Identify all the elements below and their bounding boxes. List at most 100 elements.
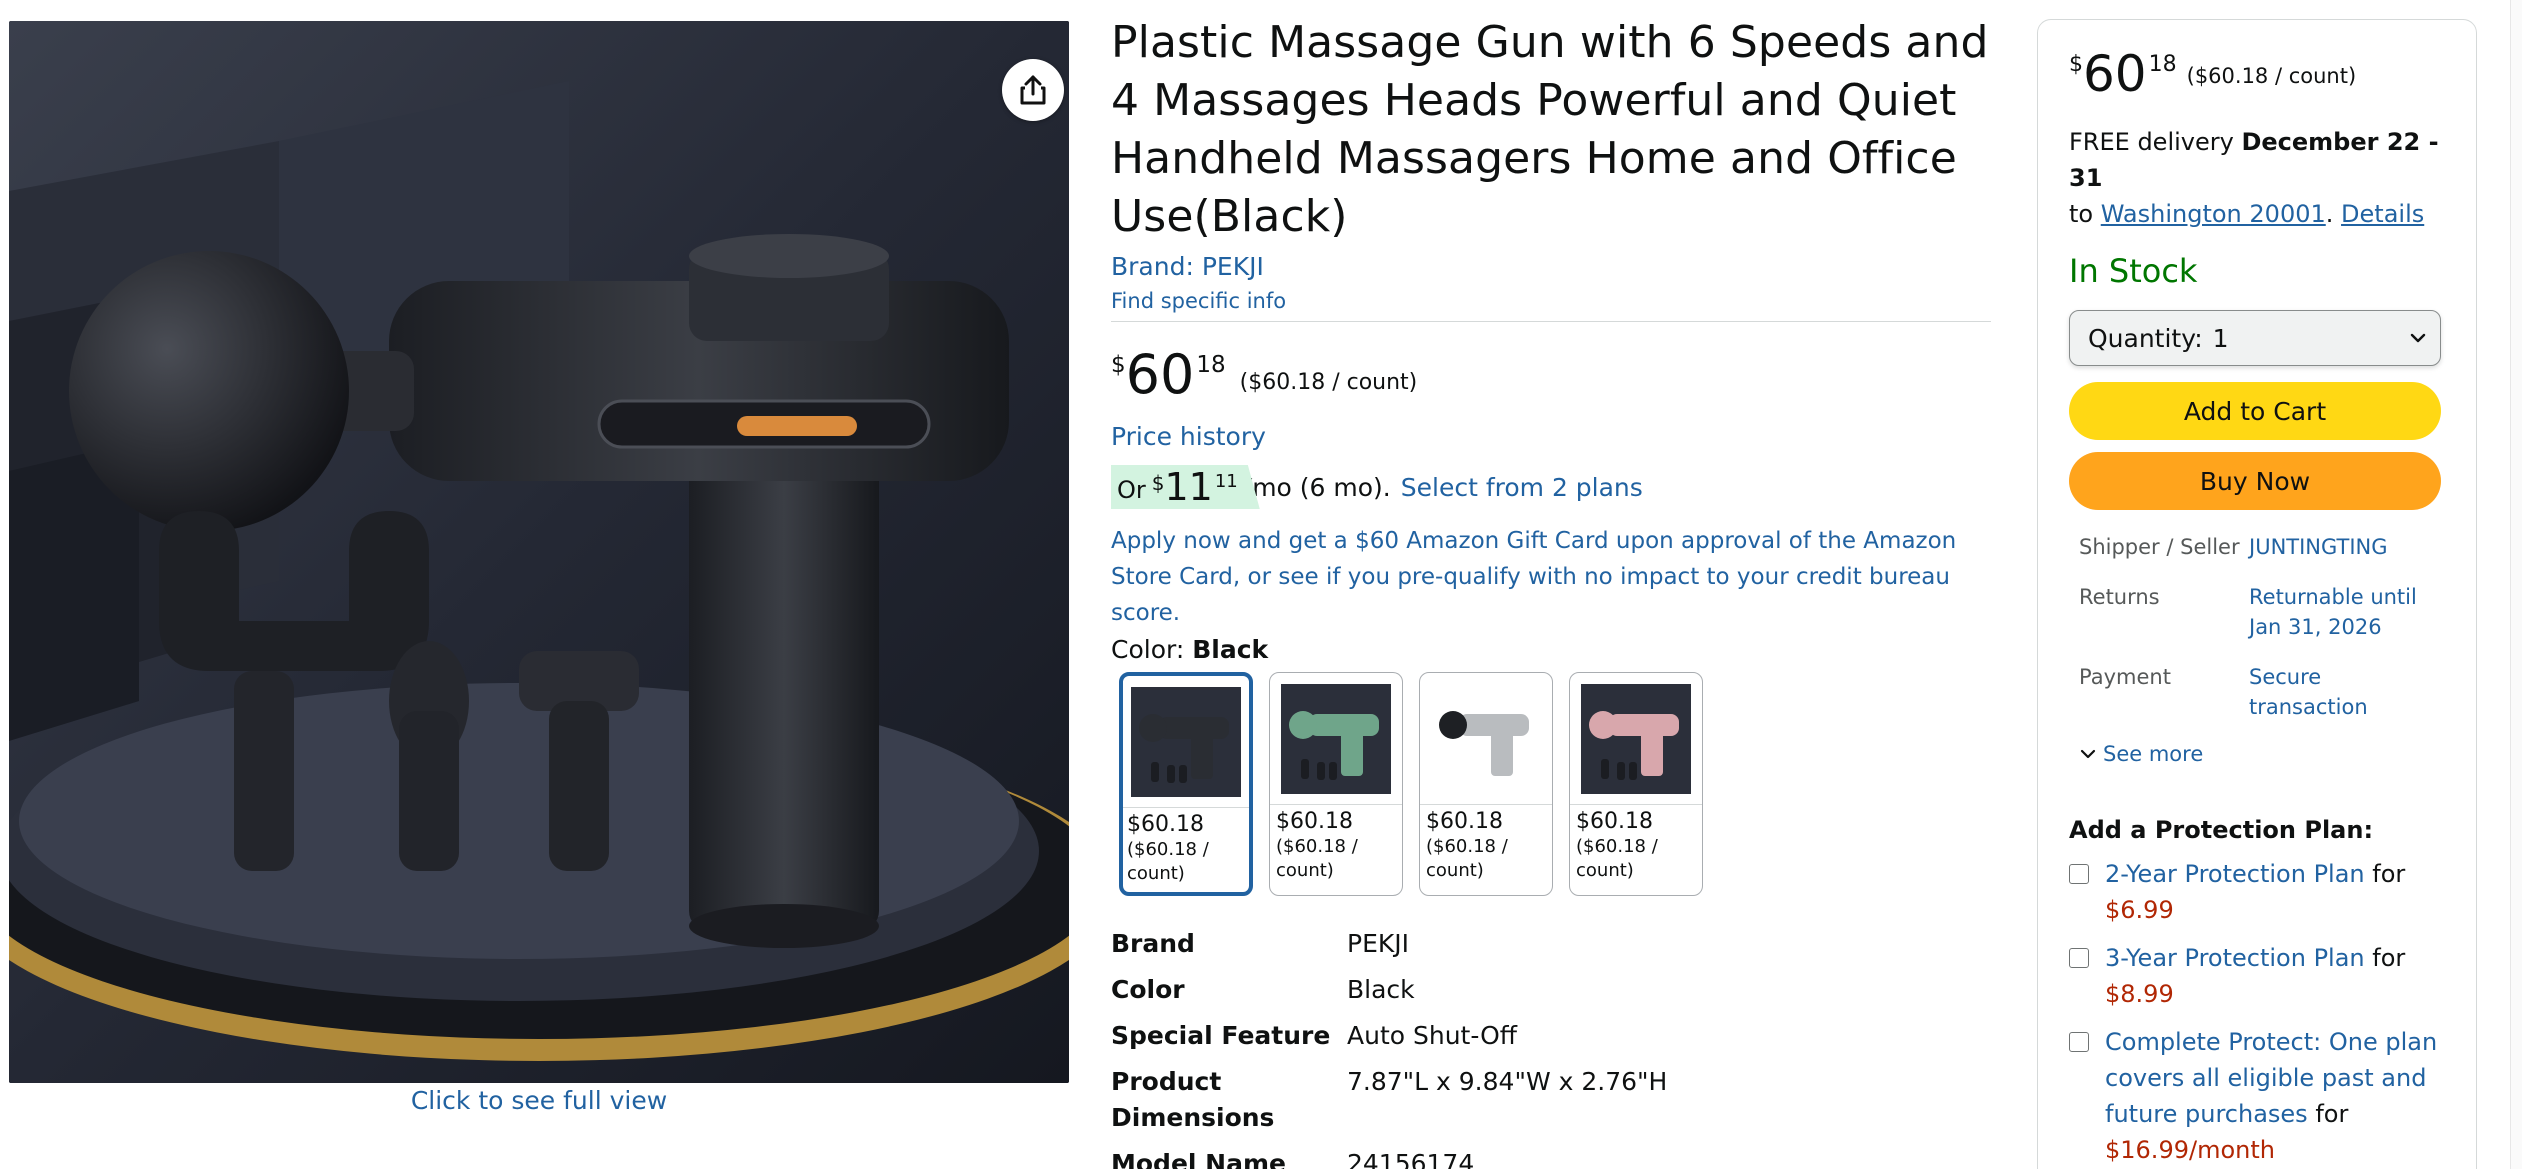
- select-plans-link[interactable]: Select from 2 plans: [1401, 473, 1643, 502]
- chevron-down-icon: [2080, 749, 2096, 759]
- swatch-price: $60.18: [1576, 809, 1653, 834]
- delivery-info: FREE delivery December 22 - 31 to Washin…: [2069, 128, 2439, 228]
- spec-value: 7.87"L x 9.84"W x 2.76"H: [1347, 1067, 1668, 1096]
- spec-key: Color: [1111, 975, 1185, 1004]
- swatch-thumbnail: [1270, 673, 1402, 805]
- protection-plan-link[interactable]: 2-Year Protection Plan: [2105, 860, 2365, 888]
- massage-gun-thumbnail: [1581, 683, 1691, 794]
- spec-value: 24156174: [1347, 1149, 1475, 1169]
- returns-link[interactable]: Returnable until Jan 31, 2026: [2249, 582, 2445, 642]
- color-swatches: $60.18 ($60.18 / count) $60.18 ($60.18 /…: [1119, 672, 1991, 896]
- seller-link[interactable]: JUNTINGTING: [2249, 532, 2445, 562]
- spec-value: Auto Shut-Off: [1347, 1021, 1517, 1050]
- swatch-pink[interactable]: $60.18 ($60.18 / count): [1569, 672, 1703, 896]
- monthly-currency: $: [1151, 471, 1165, 495]
- spec-value: PEKJI: [1347, 929, 1410, 958]
- monthly-suffix: /mo (6 mo).: [1243, 472, 1391, 502]
- quantity-label: Quantity:: [2088, 323, 2203, 353]
- info-row: Payment Secure transaction: [2079, 662, 2445, 722]
- info-key: Returns: [2079, 585, 2160, 609]
- divider: [1111, 321, 1991, 322]
- protection-plan-text: 2-Year Protection Plan for $6.99: [2105, 856, 2445, 928]
- quantity-value: 1: [2212, 323, 2229, 353]
- buybox-currency: $: [2069, 52, 2083, 77]
- swatch-unit-line: ($60.18 /: [1127, 839, 1209, 860]
- spec-row: Brand PEKJI: [1111, 926, 1991, 962]
- buybox-price-fraction: 18: [2148, 52, 2177, 77]
- delivery-details-link[interactable]: Details: [2341, 200, 2424, 228]
- share-icon: [1020, 75, 1046, 105]
- product-details: Plastic Massage Gun with 6 Speeds and 4 …: [1111, 14, 1991, 1169]
- swatch-unit-line: count): [1576, 860, 1634, 881]
- protection-plan-option: 2-Year Protection Plan for $6.99: [2069, 856, 2445, 928]
- protection-plan-link[interactable]: Complete Protect: One plan covers all el…: [2105, 1028, 2437, 1128]
- swatch-black[interactable]: $60.18 ($60.18 / count): [1119, 672, 1253, 896]
- swatch-unit-line: count): [1426, 860, 1484, 881]
- swatch-unit-line: ($60.18 /: [1576, 836, 1658, 857]
- protection-plan-for: for: [2372, 860, 2406, 888]
- delivery-prefix: FREE delivery: [2069, 128, 2234, 156]
- protection-plan-option: Complete Protect: One plan covers all el…: [2069, 1024, 2445, 1168]
- info-row: Returns Returnable until Jan 31, 2026: [2079, 582, 2445, 642]
- price-currency: $: [1111, 352, 1126, 378]
- quantity-select[interactable]: Quantity: 1: [2069, 310, 2441, 366]
- share-button[interactable]: [1002, 59, 1064, 121]
- brand-link[interactable]: Brand: PEKJI: [1111, 252, 1991, 281]
- color-selected-value: Black: [1192, 635, 1269, 664]
- info-key: Shipper / Seller: [2079, 535, 2240, 559]
- product-main-image[interactable]: [9, 21, 1069, 1083]
- full-view-link[interactable]: Click to see full view: [9, 1086, 1069, 1115]
- protection-plan-price: $16.99/month: [2105, 1136, 2275, 1164]
- spec-row: Special Feature Auto Shut-Off: [1111, 1018, 1991, 1054]
- price-history-link[interactable]: Price history: [1111, 422, 1991, 451]
- protection-plan-checkbox[interactable]: [2069, 864, 2089, 884]
- buy-now-button[interactable]: Buy Now: [2069, 452, 2441, 510]
- delivery-to: to: [2069, 200, 2094, 228]
- spec-key: Special Feature: [1111, 1021, 1331, 1050]
- scrollbar[interactable]: [2510, 0, 2522, 1169]
- add-to-cart-button[interactable]: Add to Cart: [2069, 382, 2441, 440]
- protection-plan-price: $6.99: [2105, 896, 2174, 924]
- protection-plan-price: $8.99: [2105, 980, 2174, 1008]
- buy-box: $ 60 18 ($60.18 / count) FREE delivery D…: [2037, 19, 2477, 1169]
- price: $ 60 18 ($60.18 / count): [1111, 343, 1991, 406]
- info-key: Payment: [2079, 665, 2171, 689]
- swatch-price: $60.18: [1426, 809, 1503, 834]
- protection-plan-checkbox[interactable]: [2069, 1032, 2089, 1052]
- swatch-silver[interactable]: $60.18 ($60.18 / count): [1419, 672, 1553, 896]
- buybox-price-per-unit: ($60.18 / count): [2186, 64, 2357, 88]
- protection-plan-link[interactable]: 3-Year Protection Plan: [2105, 944, 2365, 972]
- protection-plan-text: 3-Year Protection Plan for $8.99: [2105, 940, 2445, 1012]
- chevron-down-icon: [2410, 333, 2426, 343]
- protection-plan-option: 3-Year Protection Plan for $8.99: [2069, 940, 2445, 1012]
- store-card-offer-link[interactable]: Apply now and get a $60 Amazon Gift Card…: [1111, 523, 1991, 631]
- payment-link[interactable]: Secure transaction: [2249, 662, 2445, 722]
- protection-plan-checkbox[interactable]: [2069, 948, 2089, 968]
- monthly-payment: Or $ 11 11 /mo (6 mo). Select from 2 pla…: [1111, 465, 1991, 509]
- protection-plan-for: for: [2372, 944, 2406, 972]
- spec-key: Brand: [1111, 929, 1195, 958]
- swatch-thumbnail: [1123, 676, 1249, 808]
- massage-gun-thumbnail: [1281, 683, 1391, 794]
- swatch-green[interactable]: $60.18 ($60.18 / count): [1269, 672, 1403, 896]
- swatch-unit-line: count): [1276, 860, 1334, 881]
- price-fraction: 18: [1196, 352, 1226, 378]
- product-specs-table: Brand PEKJI Color Black Special Feature …: [1111, 926, 1991, 1169]
- color-label-text: Color:: [1111, 635, 1185, 664]
- see-more-toggle[interactable]: See more: [2079, 742, 2445, 766]
- swatch-price: $60.18: [1276, 809, 1353, 834]
- spec-row: Model Name 24156174: [1111, 1146, 1991, 1169]
- monthly-whole: 11: [1164, 465, 1213, 509]
- buybox-price: $ 60 18 ($60.18 / count): [2069, 49, 2445, 100]
- stock-status: In Stock: [2069, 252, 2198, 290]
- massage-gun-photo: [9, 21, 1069, 1083]
- price-per-unit: ($60.18 / count): [1239, 370, 1418, 395]
- find-specific-info-link[interactable]: Find specific info: [1111, 289, 1991, 313]
- seller-info-table: Shipper / Seller JUNTINGTING Returns Ret…: [2079, 532, 2445, 722]
- price-whole: 60: [1125, 343, 1195, 406]
- monthly-fraction: 11: [1214, 471, 1238, 492]
- delivery-location-link[interactable]: Washington 20001: [2101, 200, 2326, 228]
- product-title: Plastic Massage Gun with 6 Speeds and 4 …: [1111, 17, 1989, 242]
- swatch-unit-line: ($60.18 /: [1276, 836, 1358, 857]
- spec-key: Product Dimensions: [1111, 1067, 1275, 1132]
